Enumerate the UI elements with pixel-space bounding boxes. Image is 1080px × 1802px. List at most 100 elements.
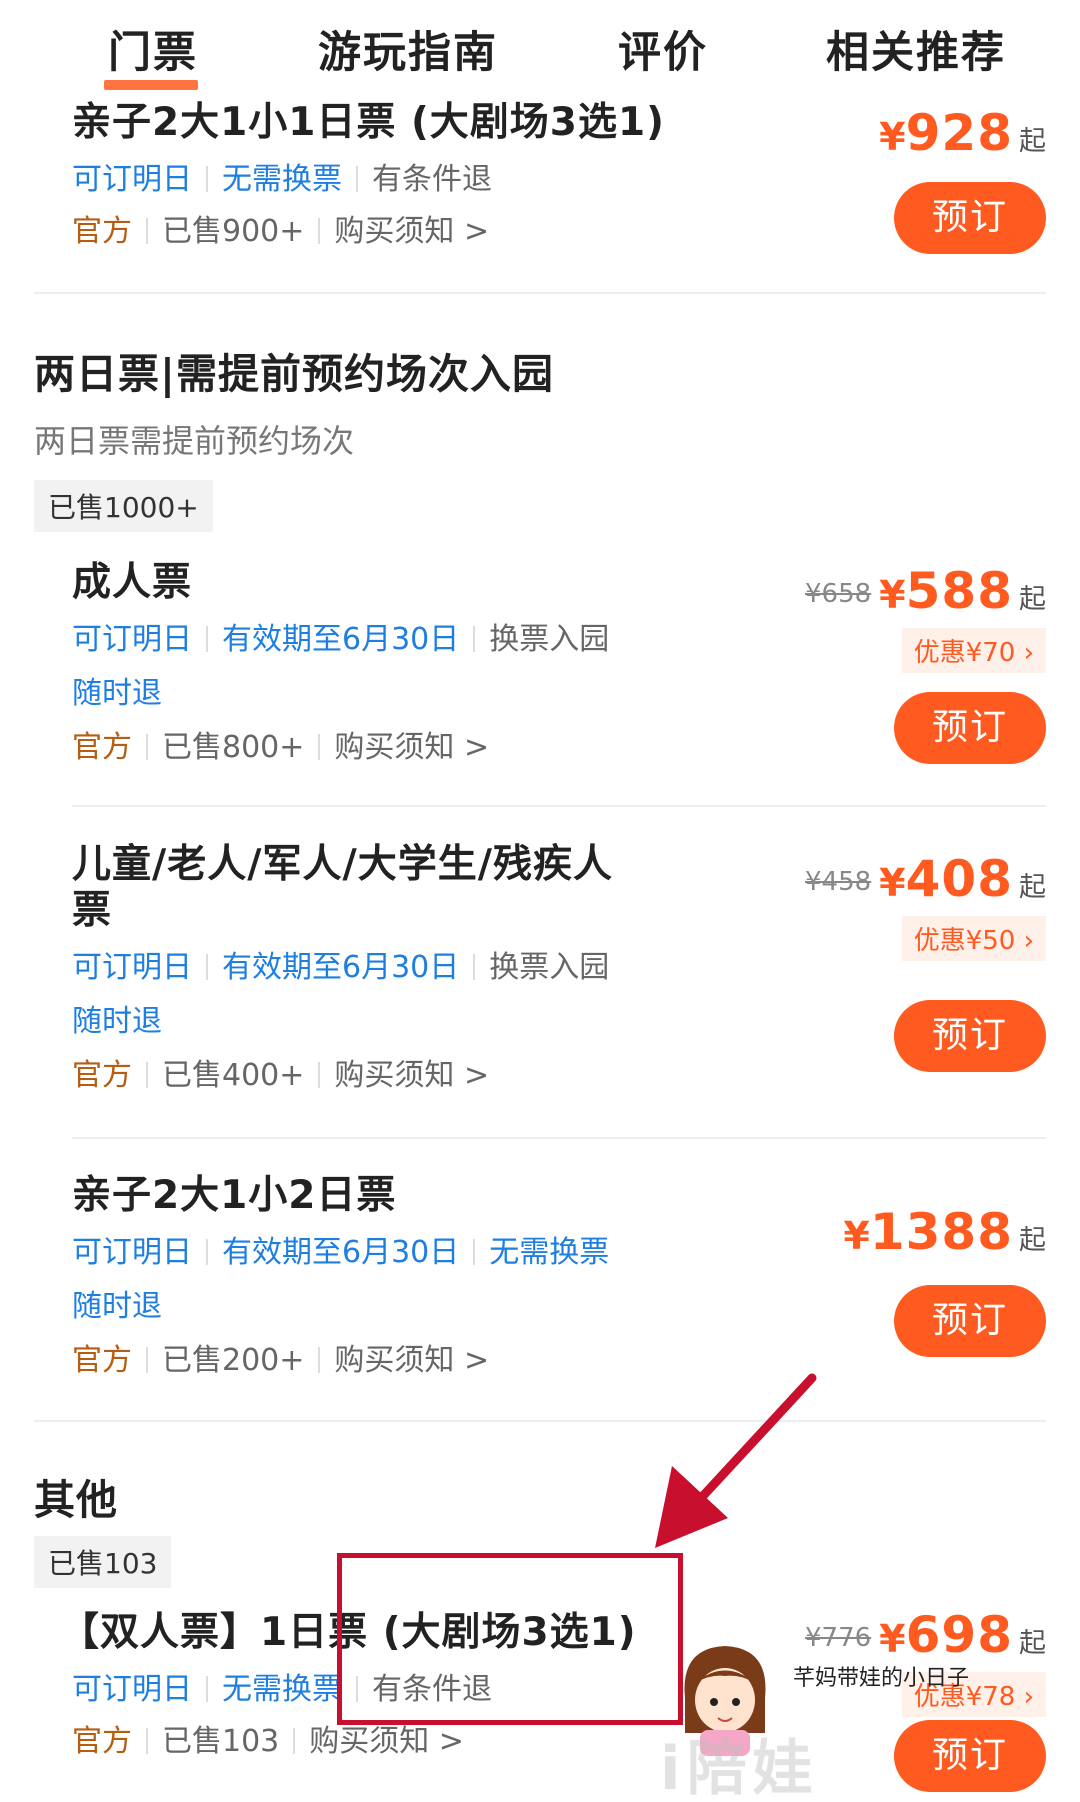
ticket-meta: 官方 已售200+ 购买须知 > [72, 1343, 1046, 1379]
divider [293, 1728, 296, 1754]
book-button[interactable]: 预订 [894, 692, 1046, 764]
tag: 可订明日 [72, 1672, 192, 1707]
ticket-family-1day[interactable]: 亲子2大1小1日票 (大剧场3选1) 可订明日 无需换票 有条件退 官方 已售900+… [72, 100, 1046, 280]
divider [356, 166, 358, 192]
divider [473, 626, 476, 652]
annotation-highlight-box [337, 1553, 683, 1725]
divider [34, 1420, 1046, 1422]
price-suffix: 起 [1019, 584, 1046, 615]
currency-symbol: ¥ [879, 1617, 906, 1661]
divider [318, 1347, 321, 1373]
official-label: 官方 [72, 1724, 132, 1759]
divider [206, 626, 208, 652]
tag: 可订明日 [72, 162, 192, 197]
official-label: 官方 [72, 730, 132, 765]
divider [318, 1062, 321, 1088]
ticket-tags: 可订明日 有效期至6月30日 换票入园 [72, 622, 1046, 658]
divider [473, 954, 476, 980]
group-sold-badge: 已售1000+ [34, 480, 213, 532]
tag: 无需换票 [489, 1235, 610, 1270]
currency-symbol: ¥ [879, 861, 906, 905]
original-price: ¥658 [805, 579, 872, 609]
divider [473, 1239, 476, 1265]
tag: 随时退 [72, 676, 162, 711]
divider [146, 1728, 148, 1754]
divider [206, 166, 208, 192]
ticket-price: ¥1388 起 [843, 1203, 1046, 1261]
sold-count: 已售200+ [162, 1343, 305, 1378]
tag: 可订明日 [72, 1235, 192, 1270]
book-button[interactable]: 预订 [894, 1285, 1046, 1357]
sold-count: 已售800+ [162, 730, 305, 765]
divider [318, 734, 321, 760]
tag: 换票入园 [489, 950, 610, 985]
price-amount: 928 [905, 104, 1013, 162]
book-button[interactable]: 预订 [894, 182, 1046, 254]
group-sold-badge: 已售103 [34, 1536, 172, 1588]
ticket-family-2day[interactable]: 亲子2大1小2日票 可订明日 有效期至6月30日 无需换票 随时退 官方 已售200+… [72, 1173, 1046, 1383]
watermark-caption: 芊妈带娃的小日子 [793, 1666, 970, 1691]
tag: 随时退 [72, 1289, 162, 1324]
ticket-adult[interactable]: 成人票 可订明日 有效期至6月30日 换票入园 随时退 官方 已售800+ 购买须知 >… [72, 560, 1046, 770]
book-button[interactable]: 预订 [894, 1720, 1046, 1792]
tag: 有效期至6月30日 [222, 622, 460, 657]
divider [146, 1347, 148, 1373]
price-suffix: 起 [1019, 1628, 1046, 1659]
official-label: 官方 [72, 1343, 132, 1378]
tab-guide[interactable]: 游玩指南 [318, 18, 498, 80]
tag: 无需换票 [222, 1672, 342, 1707]
purchase-notes-link[interactable]: 购买须知 > [334, 214, 489, 250]
price-amount: 1388 [869, 1203, 1013, 1261]
divider [206, 1676, 208, 1702]
purchase-notes-link[interactable]: 购买须知 > [309, 1724, 464, 1760]
tab-tickets[interactable]: 门票 [104, 18, 198, 90]
group-title: 其他 [34, 1476, 118, 1524]
divider [206, 954, 208, 980]
tag: 可订明日 [72, 950, 192, 985]
tag: 有效期至6月30日 [222, 1235, 460, 1270]
tag: 随时退 [72, 1004, 162, 1039]
ticket-tags: 可订明日 无需换票 有条件退 [72, 162, 1046, 198]
discount-badge[interactable]: 优惠¥70 › [901, 628, 1046, 673]
ticket-meta: 官方 已售400+ 购买须知 > [72, 1058, 1046, 1094]
sold-count: 已售103 [162, 1724, 280, 1759]
tab-reviews[interactable]: 评价 [618, 18, 708, 80]
ticket-price: ¥458 ¥408 起 [805, 850, 1046, 908]
discount-badge[interactable]: 优惠¥50 › [901, 916, 1046, 961]
divider [318, 218, 321, 244]
price-amount: 588 [905, 562, 1013, 620]
currency-symbol: ¥ [843, 1214, 870, 1258]
divider [146, 1062, 148, 1088]
divider [72, 805, 1046, 807]
book-button[interactable]: 预订 [894, 1000, 1046, 1072]
tab-recommendations[interactable]: 相关推荐 [826, 18, 1006, 80]
tag: 有效期至6月30日 [222, 950, 460, 985]
price-suffix: 起 [1019, 872, 1046, 903]
divider [146, 734, 148, 760]
original-price: ¥776 [805, 1623, 872, 1653]
purchase-notes-link[interactable]: 购买须知 > [334, 1058, 489, 1094]
price-amount: 698 [905, 1606, 1013, 1664]
divider [72, 1137, 1046, 1139]
purchase-notes-link[interactable]: 购买须知 > [334, 1343, 489, 1379]
divider [34, 292, 1046, 294]
ticket-concession[interactable]: 儿童/老人/军人/大学生/残疾人 票 可订明日 有效期至6月30日 换票入园 随时退… [72, 842, 1046, 1102]
group-subtitle: 两日票需提前预约场次 [34, 422, 355, 460]
tab-bar: 门票 游玩指南 评价 相关推荐 [0, 0, 1080, 92]
purchase-notes-link[interactable]: 购买须知 > [334, 730, 489, 766]
tag: 有条件退 [372, 162, 492, 197]
tag: 可订明日 [72, 622, 192, 657]
divider [146, 218, 148, 244]
ticket-price: ¥928 起 [879, 104, 1046, 162]
price-suffix: 起 [1019, 126, 1046, 157]
group-title: 两日票|需提前预约场次入园 [34, 350, 554, 398]
sold-count: 已售400+ [162, 1058, 305, 1093]
tag: 换票入园 [489, 622, 610, 657]
watermark-logo: i陪娃 [660, 1734, 819, 1802]
official-label: 官方 [72, 1058, 132, 1093]
price-suffix: 起 [1019, 1225, 1046, 1256]
tag: 无需换票 [222, 162, 342, 197]
divider [206, 1239, 208, 1265]
ticket-price: ¥658 ¥588 起 [805, 562, 1046, 620]
currency-symbol: ¥ [879, 115, 906, 159]
